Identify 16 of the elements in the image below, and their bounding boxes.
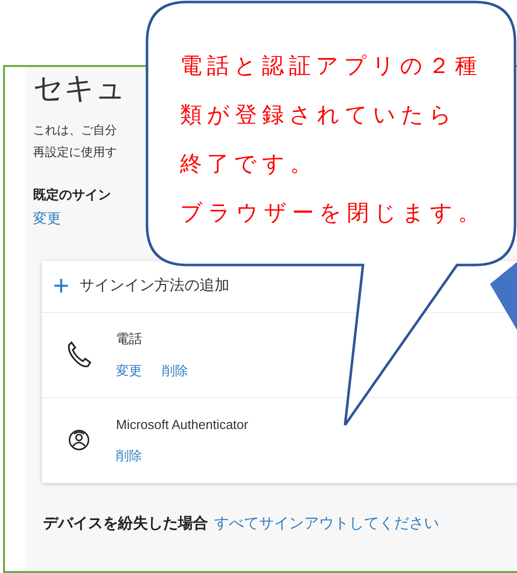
section-label: 既定のサイン — [33, 186, 112, 204]
add-method-button[interactable]: + サインイン方法の追加 — [53, 272, 230, 300]
action-link[interactable]: 変更 — [116, 360, 142, 380]
method-name: 電話 — [116, 330, 143, 348]
person-badge-icon — [68, 428, 90, 452]
action-link[interactable]: 削除 — [116, 446, 142, 466]
sign-out-link[interactable]: すべてサインアウトしてください — [214, 512, 439, 535]
callout-text: 電話と認証アプリの２種 類が登録されていたら 終了です。 ブラウザーを閉じます。 — [180, 53, 485, 228]
action-link[interactable]: 削除 — [162, 360, 188, 380]
lost-device-text: デバイスを紛失した場合 — [43, 514, 208, 534]
description: これは、ご自分 再設定に使用す — [33, 122, 118, 161]
plus-icon: + — [53, 272, 70, 300]
method-name: Microsoft Authenticator — [116, 416, 248, 434]
page-title: セキュ — [33, 71, 127, 107]
change-link[interactable]: 変更 — [33, 208, 61, 228]
arrow-head-icon — [489, 262, 517, 330]
